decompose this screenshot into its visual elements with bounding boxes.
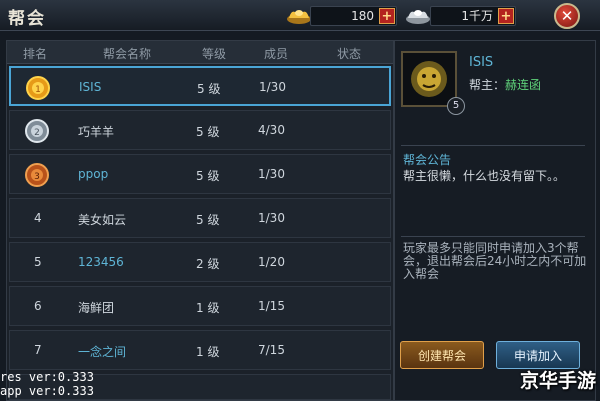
guild-row[interactable]: 5 123456 2 级 1/20 bbox=[9, 242, 391, 282]
apply-join-button[interactable]: 申请加入 bbox=[496, 341, 580, 369]
silver-ingot-icon bbox=[406, 10, 430, 24]
guild-row[interactable]: 6 海鲜团 1 级 1/15 bbox=[9, 286, 391, 326]
leader-name: 赫连函 bbox=[505, 78, 542, 92]
create-guild-button[interactable]: 创建帮会 bbox=[400, 341, 484, 369]
medal-rank-label: 1 bbox=[35, 85, 41, 95]
guild-name: 123456 bbox=[78, 255, 124, 269]
guild-emblem bbox=[401, 51, 457, 107]
lion-emblem-icon bbox=[403, 53, 455, 105]
guild-name: 海鲜团 bbox=[78, 301, 115, 315]
leader-label: 帮主： bbox=[469, 78, 506, 92]
medal-rank-label: 3 bbox=[34, 172, 40, 182]
silver-medal-icon: 2 bbox=[25, 119, 49, 143]
close-button[interactable]: ✕ bbox=[554, 3, 580, 29]
medal-rank-label: 2 bbox=[34, 128, 40, 138]
guild-level: 5 级 bbox=[197, 82, 221, 96]
guild-level: 1 级 bbox=[196, 345, 220, 359]
guild-level: 5 级 bbox=[196, 213, 220, 227]
guild-list-panel: 排名 帮会名称 等级 成员 状态 1 ISIS 5 级 1/30 2 巧羊羊 5… bbox=[6, 40, 394, 401]
guild-detail-name: ISIS bbox=[469, 55, 494, 70]
gold-ingot-icon bbox=[287, 10, 311, 24]
header-members: 成员 bbox=[264, 47, 289, 61]
add-silver-button[interactable]: + bbox=[498, 8, 514, 24]
guild-row[interactable]: 1 ISIS 5 级 1/30 bbox=[9, 66, 391, 106]
silver-counter: 1千万 + bbox=[430, 6, 516, 26]
guild-leader: 帮主：赫连函 bbox=[469, 76, 541, 93]
guild-rank: 5 bbox=[34, 255, 42, 269]
guild-row[interactable]: 4 美女如云 5 级 1/30 bbox=[9, 198, 391, 238]
guild-name: ppop bbox=[78, 167, 109, 181]
guild-level: 2 级 bbox=[196, 257, 220, 271]
divider bbox=[401, 145, 585, 146]
divider bbox=[401, 236, 585, 237]
gold-counter: 180 + bbox=[310, 6, 397, 26]
guild-rank: 7 bbox=[34, 343, 42, 357]
table-header: 排名 帮会名称 等级 成员 状态 bbox=[7, 41, 393, 64]
window-title: 帮会 bbox=[8, 9, 46, 29]
announcement-title: 帮会公告 bbox=[403, 153, 452, 167]
header-guild-name: 帮会名称 bbox=[103, 47, 152, 61]
guild-members: 1/30 bbox=[258, 211, 285, 225]
guild-members: 1/15 bbox=[258, 299, 285, 313]
header-status: 状态 bbox=[337, 47, 362, 61]
header-level: 等级 bbox=[202, 47, 227, 61]
guild-members: 4/30 bbox=[258, 123, 285, 137]
guild-rank: 6 bbox=[34, 299, 42, 313]
gold-medal-icon: 1 bbox=[26, 76, 50, 100]
guild-row[interactable]: 3 ppop 5 级 1/30 bbox=[9, 154, 391, 194]
guild-name: 巧羊羊 bbox=[78, 125, 115, 139]
guild-name: 一念之间 bbox=[78, 345, 127, 359]
watermark: 京华手游 bbox=[519, 370, 596, 392]
guild-detail-panel: 5 ISIS 帮主：赫连函 帮会公告 帮主很懒，什么也没有留下。。 玩家最多只能… bbox=[394, 40, 596, 401]
join-rule-text: 玩家最多只能同时申请加入3个帮会，退出帮会后24小时之内不可加入帮会 bbox=[403, 241, 587, 281]
guild-members: 1/30 bbox=[258, 167, 285, 181]
res-version-text: res ver:0.333 bbox=[0, 370, 94, 384]
guild-level-badge: 5 bbox=[447, 97, 465, 115]
bronze-medal-icon: 3 bbox=[25, 163, 49, 187]
top-bar: 帮会 180 + 1千万 + ✕ bbox=[0, 0, 600, 31]
header-rank: 排名 bbox=[23, 47, 48, 61]
guild-members: 7/15 bbox=[258, 343, 285, 357]
guild-members: 1/30 bbox=[259, 80, 286, 94]
silver-value: 1千万 bbox=[461, 9, 493, 23]
guild-row[interactable]: 7 一念之间 1 级 7/15 bbox=[9, 330, 391, 370]
guild-level: 1 级 bbox=[196, 301, 220, 315]
guild-level: 5 级 bbox=[196, 125, 220, 139]
guild-members: 1/20 bbox=[258, 255, 285, 269]
guild-name: 美女如云 bbox=[78, 213, 127, 227]
guild-row[interactable]: 2 巧羊羊 5 级 4/30 bbox=[9, 110, 391, 150]
gold-value: 180 bbox=[351, 9, 374, 23]
guild-level: 5 级 bbox=[196, 169, 220, 183]
guild-rank: 4 bbox=[34, 211, 42, 225]
announcement-text: 帮主很懒，什么也没有留下。。 bbox=[403, 169, 566, 183]
guild-name: ISIS bbox=[79, 80, 102, 94]
app-version-text: app ver:0.333 bbox=[0, 384, 94, 398]
add-gold-button[interactable]: + bbox=[379, 8, 395, 24]
